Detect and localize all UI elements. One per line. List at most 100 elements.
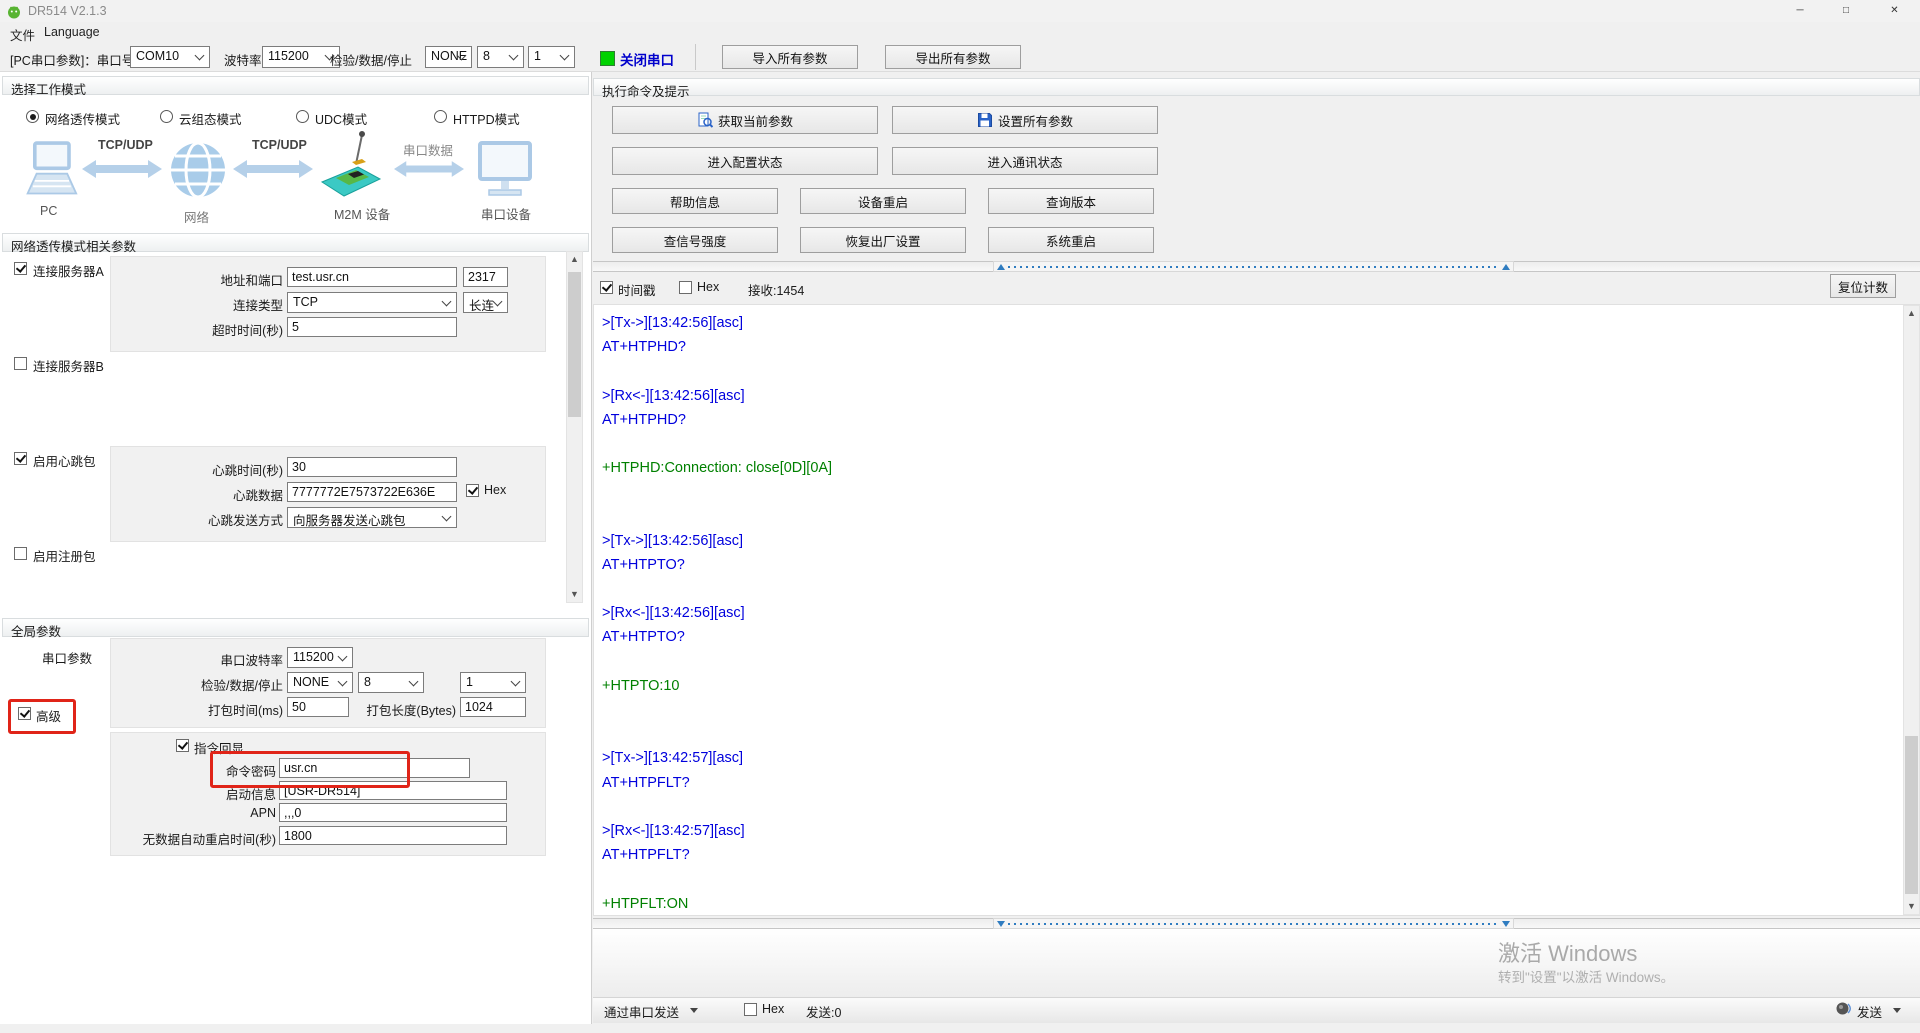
boot-msg-label: 启动信息 bbox=[200, 784, 276, 803]
net-params-scrollbar[interactable]: ▲ ▼ bbox=[566, 251, 583, 603]
baud-select[interactable]: 115200 bbox=[262, 46, 340, 68]
send-via-dropdown[interactable]: 通过串口发送 bbox=[604, 1002, 679, 1021]
log-line bbox=[602, 650, 1899, 674]
hb-mode-select[interactable]: 向服务器发送心跳包 bbox=[287, 507, 457, 528]
radio-udc-mode[interactable] bbox=[296, 110, 309, 123]
close-port-button[interactable]: 关闭串口 bbox=[620, 49, 674, 69]
timeout-label: 超时时间(秒) bbox=[160, 320, 283, 339]
chevron-down-icon bbox=[338, 652, 348, 662]
echo-checkbox[interactable] bbox=[176, 739, 189, 752]
heartbeat-label[interactable]: 启用心跳包 bbox=[33, 451, 96, 470]
chevron-down-icon[interactable] bbox=[1893, 1008, 1901, 1013]
set-params-button[interactable]: 设置所有参数 bbox=[892, 106, 1158, 134]
hb-data-input[interactable]: 7777772E7573722E636E bbox=[287, 482, 457, 502]
server-addr-input[interactable]: test.usr.cn bbox=[287, 267, 457, 287]
conn-keep-select[interactable]: 长连 bbox=[463, 292, 508, 313]
menu-bar: 文件 Language bbox=[0, 22, 1920, 42]
server-b-label[interactable]: 连接服务器B bbox=[33, 356, 104, 375]
radio-udc-mode-label[interactable]: UDC模式 bbox=[315, 109, 367, 128]
enter-config-button[interactable]: 进入配置状态 bbox=[612, 147, 878, 175]
get-params-button[interactable]: 获取当前参数 bbox=[612, 106, 878, 134]
maximize-icon[interactable]: □ bbox=[1823, 0, 1869, 22]
slider-marker-icon bbox=[1502, 921, 1510, 927]
radio-cloud-mode[interactable] bbox=[160, 110, 173, 123]
device-reboot-button[interactable]: 设备重启 bbox=[800, 188, 966, 214]
minimize-icon[interactable]: ─ bbox=[1777, 0, 1823, 22]
net-params-header: 网络透传模式相关参数 bbox=[2, 233, 589, 252]
send-hex-label[interactable]: Hex bbox=[762, 1002, 784, 1016]
register-checkbox[interactable] bbox=[14, 547, 27, 560]
help-info-button[interactable]: 帮助信息 bbox=[612, 188, 778, 214]
log-splitter-bottom[interactable] bbox=[593, 918, 1920, 929]
advanced-label[interactable]: 高级 bbox=[36, 706, 61, 725]
hb-hex-label[interactable]: Hex bbox=[484, 483, 506, 497]
cmd-pwd-input[interactable]: usr.cn bbox=[279, 758, 470, 778]
data-bits-select[interactable]: 8 bbox=[477, 46, 524, 68]
send-hex-checkbox[interactable] bbox=[744, 1003, 757, 1016]
radio-cloud-mode-label[interactable]: 云组态模式 bbox=[179, 109, 242, 128]
log-hex-checkbox[interactable] bbox=[679, 281, 692, 294]
log-line bbox=[602, 722, 1899, 746]
server-b-checkbox[interactable] bbox=[14, 357, 27, 370]
factory-reset-button[interactable]: 恢复出厂设置 bbox=[800, 227, 966, 253]
timeout-input[interactable]: 5 bbox=[287, 317, 457, 337]
query-version-button[interactable]: 查询版本 bbox=[988, 188, 1154, 214]
g-stop-bits-select[interactable]: 1 bbox=[460, 672, 526, 693]
log-output[interactable]: >[Tx->][13:42:56][asc]AT+HTPHD?>[Rx<-][1… bbox=[593, 304, 1920, 916]
timestamp-checkbox[interactable] bbox=[600, 281, 613, 294]
heartbeat-checkbox[interactable] bbox=[14, 452, 27, 465]
toolbar-divider bbox=[695, 44, 696, 70]
server-a-label[interactable]: 连接服务器A bbox=[33, 261, 104, 280]
server-a-checkbox[interactable] bbox=[14, 262, 27, 275]
enter-comm-button[interactable]: 进入通讯状态 bbox=[892, 147, 1158, 175]
hb-time-input[interactable]: 30 bbox=[287, 457, 457, 477]
scrollbar-thumb[interactable] bbox=[568, 272, 581, 417]
com-port-select[interactable]: COM10 bbox=[130, 46, 210, 68]
chevron-down-icon[interactable]: ▼ bbox=[567, 587, 582, 602]
g-baud-label: 串口波特率 bbox=[160, 650, 283, 669]
chevron-down-icon[interactable] bbox=[690, 1008, 698, 1013]
log-scrollbar[interactable]: ▲ ▼ bbox=[1903, 305, 1920, 915]
echo-label[interactable]: 指令回显 bbox=[194, 738, 244, 757]
boot-msg-input[interactable]: [USR-DR514] bbox=[279, 781, 507, 800]
hb-hex-checkbox[interactable] bbox=[466, 484, 479, 497]
register-label[interactable]: 启用注册包 bbox=[33, 546, 96, 565]
system-reboot-button[interactable]: 系统重启 bbox=[988, 227, 1154, 253]
advanced-checkbox[interactable] bbox=[18, 707, 31, 720]
send-button[interactable]: 发送 bbox=[1857, 1002, 1882, 1021]
serial-section-label: 串口参数 bbox=[42, 648, 92, 667]
chevron-up-icon[interactable]: ▲ bbox=[1904, 306, 1919, 321]
g-parity-select[interactable]: NONE bbox=[287, 672, 353, 693]
chevron-up-icon[interactable]: ▲ bbox=[567, 252, 582, 267]
diagram-link2-label: TCP/UDP bbox=[252, 138, 307, 152]
radio-net-mode-label[interactable]: 网络透传模式 bbox=[45, 109, 120, 128]
import-params-button[interactable]: 导入所有参数 bbox=[722, 45, 858, 69]
menu-language[interactable]: Language bbox=[38, 24, 106, 40]
log-splitter-top[interactable] bbox=[593, 261, 1920, 272]
log-line: AT+HTPFLT? bbox=[602, 843, 1899, 867]
g-data-bits-select[interactable]: 8 bbox=[358, 672, 424, 693]
export-params-button[interactable]: 导出所有参数 bbox=[885, 45, 1021, 69]
apn-input[interactable]: ,,,0 bbox=[279, 803, 507, 822]
query-signal-button[interactable]: 查信号强度 bbox=[612, 227, 778, 253]
send-input-area[interactable] bbox=[593, 929, 1920, 997]
close-icon[interactable]: ✕ bbox=[1869, 0, 1920, 22]
idle-restart-input[interactable]: 1800 bbox=[279, 826, 507, 845]
scrollbar-thumb[interactable] bbox=[1905, 736, 1918, 894]
timestamp-label[interactable]: 时间戳 bbox=[618, 280, 656, 299]
conn-type-select[interactable]: TCP bbox=[287, 292, 457, 313]
pack-len-input[interactable]: 1024 bbox=[460, 697, 526, 717]
reset-counter-button[interactable]: 复位计数 bbox=[1830, 274, 1896, 298]
g-baud-select[interactable]: 115200 bbox=[287, 647, 353, 668]
chevron-down-icon[interactable]: ▼ bbox=[1904, 899, 1919, 914]
log-hex-label[interactable]: Hex bbox=[697, 280, 719, 294]
server-port-input[interactable]: 2317 bbox=[463, 267, 508, 287]
chevron-down-icon bbox=[560, 51, 570, 61]
radio-httpd-mode-label[interactable]: HTTPD模式 bbox=[453, 109, 520, 128]
parity-label: 检验/数据/停止 bbox=[330, 50, 412, 69]
m2m-device-icon bbox=[320, 130, 382, 204]
radio-net-mode[interactable] bbox=[26, 110, 39, 123]
parity-select[interactable]: NONE bbox=[425, 46, 472, 68]
radio-httpd-mode[interactable] bbox=[434, 110, 447, 123]
stop-bits-select[interactable]: 1 bbox=[528, 46, 575, 68]
